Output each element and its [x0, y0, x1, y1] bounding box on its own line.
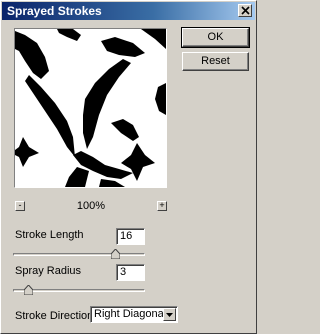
reset-button[interactable]: Reset — [182, 52, 249, 71]
spray-radius-input[interactable]: 3 — [116, 264, 145, 281]
title-bar[interactable]: Sprayed Strokes — [2, 2, 255, 20]
close-icon — [241, 6, 250, 15]
stroke-direction-label: Stroke Direction: — [15, 310, 97, 322]
spray-radius-slider-thumb[interactable] — [24, 285, 34, 295]
stroke-length-slider[interactable] — [13, 253, 145, 256]
chevron-down-icon — [166, 313, 173, 317]
close-button[interactable] — [238, 4, 252, 17]
spray-radius-label: Spray Radius — [15, 265, 82, 277]
sprayed-strokes-dialog: Sprayed Strokes OK Reset - 100% + Stroke… — [0, 0, 257, 334]
stroke-length-slider-thumb[interactable] — [111, 249, 121, 259]
zoom-out-button[interactable]: - — [15, 201, 25, 211]
dialog-title: Sprayed Strokes — [7, 4, 102, 18]
stroke-length-label: Stroke Length — [15, 229, 84, 241]
filter-preview[interactable] — [14, 28, 167, 188]
ok-button[interactable]: OK — [181, 27, 250, 48]
stroke-direction-value: Right Diagonal — [94, 308, 167, 320]
dropdown-arrow-button[interactable] — [163, 308, 176, 321]
stroke-direction-select[interactable]: Right Diagonal — [90, 306, 178, 323]
zoom-level: 100% — [76, 200, 106, 212]
stroke-length-input[interactable]: 16 — [116, 228, 145, 245]
zoom-in-button[interactable]: + — [157, 201, 167, 211]
preview-image — [15, 29, 166, 187]
